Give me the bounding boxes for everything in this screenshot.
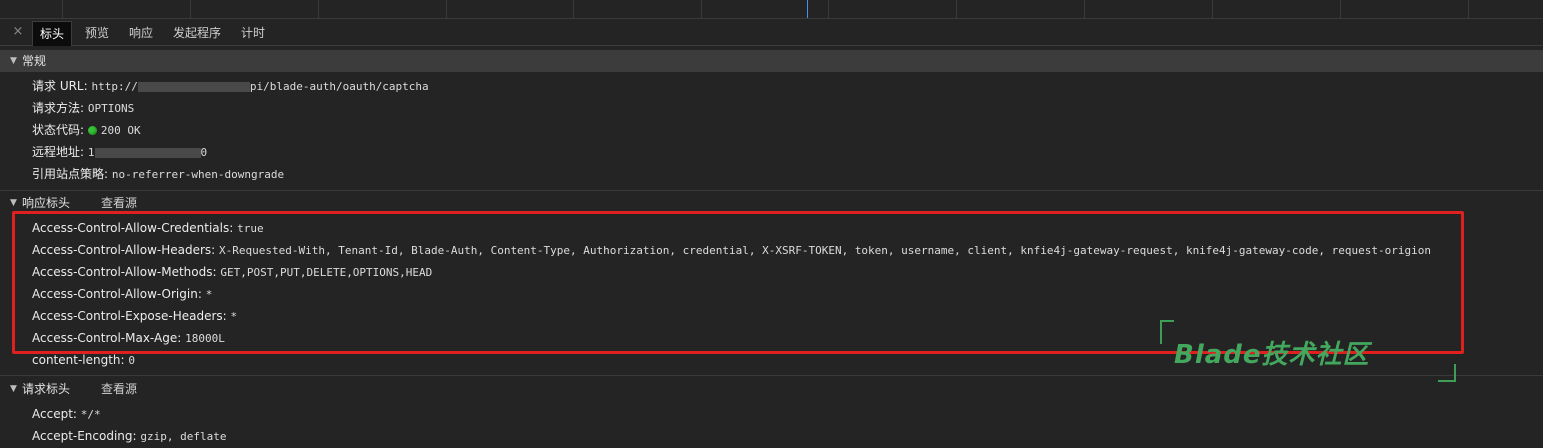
timeline-gridline <box>318 0 319 18</box>
general-row-remote-address: 远程地址: 1 0 <box>32 141 207 163</box>
header-value: 0 <box>128 354 136 367</box>
timeline-gridline <box>1212 0 1213 18</box>
header-value: */* <box>80 408 101 421</box>
redacted-block <box>94 147 201 158</box>
general-row-referrer-policy: 引用站点策略: no-referrer-when-downgrade <box>32 163 284 185</box>
watermark-bracket-right <box>1438 364 1456 382</box>
detail-tab-bar: × 标头 预览 响应 发起程序 计时 <box>0 19 1543 46</box>
header-value: gzip, deflate <box>140 430 227 443</box>
watermark-bracket-left <box>1160 320 1174 344</box>
timeline-marker <box>807 0 808 18</box>
tab-preview[interactable]: 预览 <box>78 21 116 45</box>
timeline-gridline <box>573 0 574 18</box>
timeline-gridline <box>828 0 829 18</box>
status-ok-icon <box>87 126 97 135</box>
field-value: 200 OK <box>100 124 141 137</box>
field-value: no-referrer-when-downgrade <box>111 168 285 181</box>
field-value: OPTIONS <box>87 102 135 115</box>
request-header-row: Accept: */* <box>32 403 101 425</box>
timeline-gridline <box>190 0 191 18</box>
field-label: 请求 URL: <box>32 79 88 93</box>
general-row-status-code: 状态代码: 200 OK <box>32 119 141 141</box>
watermark: Blade技术社区 <box>1160 320 1456 382</box>
section-title: 常规 <box>22 54 47 68</box>
redacted-block <box>137 81 250 92</box>
general-row-request-method: 请求方法: OPTIONS <box>32 97 134 119</box>
tab-timing[interactable]: 计时 <box>234 21 272 45</box>
collapse-triangle-icon: ▼ <box>10 56 17 66</box>
timeline-gridline <box>1468 0 1469 18</box>
section-divider <box>0 190 1543 191</box>
timeline-gridline <box>1340 0 1341 18</box>
close-icon[interactable]: × <box>10 23 26 41</box>
timeline-gridline <box>62 0 63 18</box>
timeline-gridline <box>446 0 447 18</box>
watermark-text: Blade技术社区 <box>1174 340 1370 370</box>
field-label: 请求方法: <box>32 101 85 115</box>
field-label: 状态代码: <box>32 123 85 137</box>
header-name: content-length: <box>32 353 125 367</box>
general-row-request-url: 请求 URL: http:// pi/blade-auth/oauth/captc… <box>32 75 429 97</box>
field-value-prefix: http:// <box>91 80 138 93</box>
header-name: Accept-Encoding: <box>32 429 137 443</box>
tab-headers[interactable]: 标头 <box>32 21 72 46</box>
section-general-header[interactable]: ▼ 常规 <box>0 50 1543 72</box>
network-timeline-strip <box>0 0 1543 19</box>
field-value-prefix: 1 <box>87 146 95 159</box>
field-value: pi/blade-auth/oauth/captcha <box>249 80 429 93</box>
timeline-gridline <box>1084 0 1085 18</box>
view-source-link[interactable]: 查看源 <box>101 378 137 400</box>
header-name: Accept: <box>32 407 77 421</box>
tab-initiator[interactable]: 发起程序 <box>166 21 228 45</box>
timeline-gridline <box>701 0 702 18</box>
collapse-triangle-icon: ▼ <box>10 384 17 394</box>
section-title: 请求标头 <box>22 382 71 396</box>
timeline-gridline <box>956 0 957 18</box>
field-value-suffix: 0 <box>200 146 208 159</box>
tab-response[interactable]: 响应 <box>122 21 160 45</box>
field-label: 远程地址: <box>32 145 85 159</box>
field-label: 引用站点策略: <box>32 167 109 181</box>
